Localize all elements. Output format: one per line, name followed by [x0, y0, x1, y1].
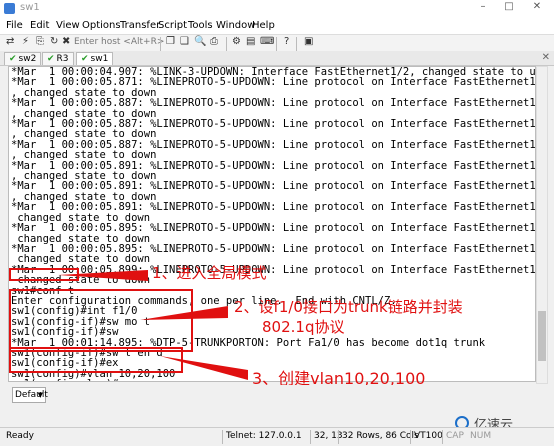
- session-select[interactable]: Default ▼: [12, 387, 48, 403]
- status-emulation: VT100: [414, 431, 443, 441]
- status-caps: CAP: [446, 431, 464, 441]
- status-connection: Telnet: 127.0.0.1: [226, 431, 302, 441]
- annotation-1: 1、进入全局模式: [152, 264, 267, 282]
- arrow-2: [140, 306, 228, 320]
- status-size: 32 Rows, 86 Cols: [342, 431, 419, 441]
- status-ready: Ready: [6, 431, 34, 441]
- status-bar: Ready Telnet: 127.0.0.1 32, 13 32 Rows, …: [0, 427, 554, 446]
- arrow-3: [160, 356, 248, 380]
- status-num: NUM: [470, 431, 492, 441]
- arrow-1: [58, 270, 148, 281]
- chevron-down-icon: ▼: [37, 391, 43, 399]
- command-bar: Default ▼: [0, 385, 554, 405]
- annotation-2-line1: 2、设f1/0接口为trunk链路并封装: [234, 298, 463, 316]
- annotation-2-line2: 802.1q协议: [262, 318, 345, 336]
